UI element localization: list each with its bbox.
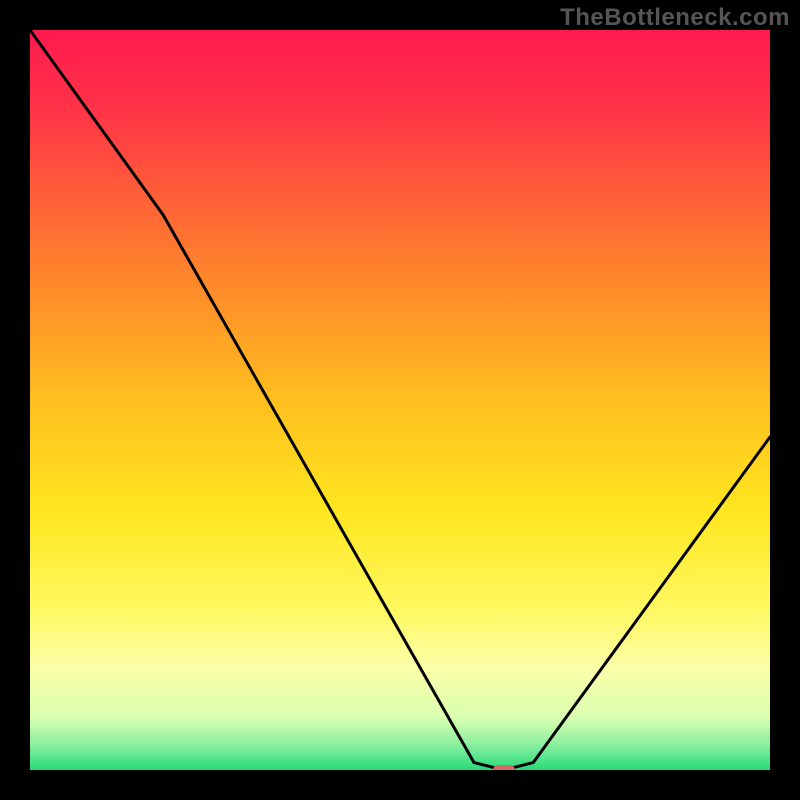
optimum-marker xyxy=(493,765,515,770)
chart-frame: TheBottleneck.com xyxy=(0,0,800,800)
watermark-text: TheBottleneck.com xyxy=(560,4,790,32)
bottleneck-curve-svg xyxy=(30,30,770,770)
plot-area xyxy=(30,30,770,770)
bottleneck-curve-path xyxy=(30,30,770,770)
